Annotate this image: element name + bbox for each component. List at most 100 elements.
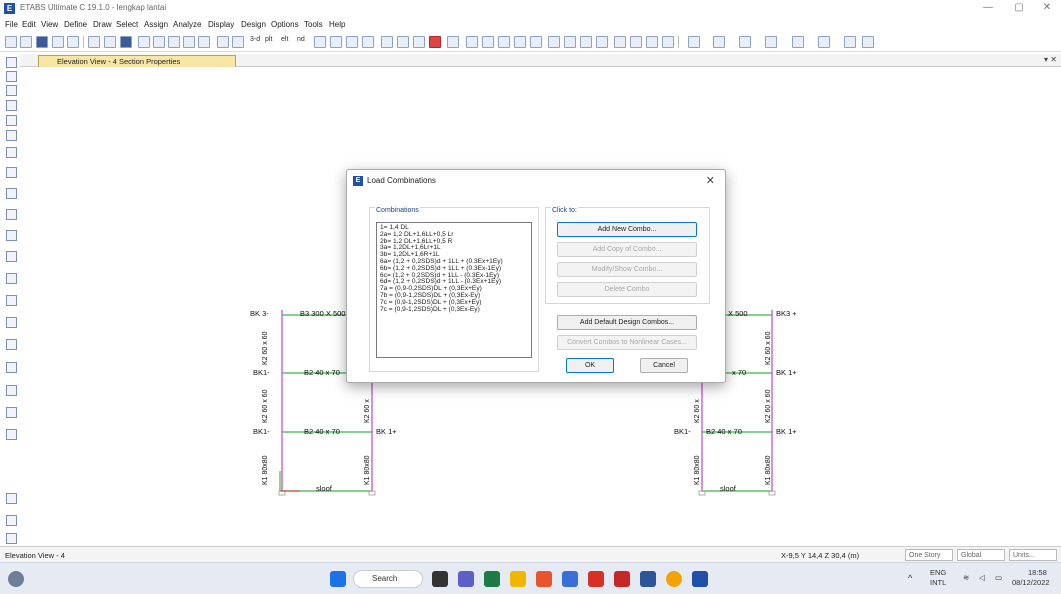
zoom-out-icon[interactable] <box>168 36 180 48</box>
draw-design-strip-icon[interactable] <box>6 362 17 373</box>
draw-tendon-icon[interactable] <box>6 339 17 350</box>
model-explorer-icon[interactable] <box>662 36 674 48</box>
teams-icon[interactable] <box>458 571 474 587</box>
draw-dimension-icon[interactable] <box>862 36 874 48</box>
draw-text-icon[interactable] <box>6 429 17 440</box>
draw-rectangular-area-icon[interactable] <box>6 209 17 220</box>
menu-options[interactable]: Options <box>271 20 299 29</box>
etabs-taskbar-icon[interactable] <box>692 571 708 587</box>
rotate-view-icon[interactable] <box>232 36 244 48</box>
new-model-icon[interactable] <box>5 36 17 48</box>
set-display-icon[interactable] <box>381 36 393 48</box>
snap-points-icon[interactable] <box>6 493 17 504</box>
add-default-design-combos-button[interactable]: Add Default Design Combos... <box>557 315 697 330</box>
volume-icon[interactable]: ◁ <box>979 573 985 582</box>
draw-opening-icon[interactable] <box>6 273 17 284</box>
zoom-window-icon[interactable] <box>138 36 150 48</box>
battery-icon[interactable]: ▭ <box>995 573 1002 582</box>
draw-frame-icon[interactable] <box>688 36 700 48</box>
input-language-variant[interactable]: INTL <box>930 578 946 587</box>
dialog-title-bar[interactable]: E Load Combinations ✕ <box>347 170 725 192</box>
chrome-icon[interactable] <box>666 571 682 587</box>
draw-developed-elevation-icon[interactable] <box>6 385 17 396</box>
draw-reference-point-icon[interactable] <box>6 317 17 328</box>
draw-line-icon[interactable] <box>844 36 856 48</box>
start-windows-icon[interactable] <box>330 571 346 587</box>
display-loads-icon[interactable] <box>429 36 441 48</box>
display-frame-forces-icon[interactable] <box>447 36 459 48</box>
ok-button[interactable]: OK <box>566 358 614 373</box>
pdf-reader-icon[interactable] <box>588 571 604 587</box>
menu-define[interactable]: Define <box>64 20 87 29</box>
zoom-in-icon[interactable] <box>153 36 165 48</box>
maximize-button[interactable]: ▢ <box>1008 2 1030 13</box>
run-analysis-icon[interactable] <box>120 36 132 48</box>
task-view-icon[interactable] <box>432 571 448 587</box>
modify-show-combo-button[interactable]: Modify/Show Combo... <box>557 262 697 277</box>
undo-icon[interactable] <box>52 36 64 48</box>
word-icon[interactable] <box>640 571 656 587</box>
units-button[interactable]: Units... <box>1009 549 1057 561</box>
convert-combos-button[interactable]: Convert Combos to Nonlinear Cases... <box>557 335 697 350</box>
display-tables-icon[interactable] <box>498 36 510 48</box>
close-window-button[interactable]: ✕ <box>1036 2 1058 13</box>
draw-area-icon[interactable] <box>6 188 17 199</box>
snap-intersections-icon[interactable] <box>6 515 17 526</box>
elevation-view-button[interactable]: elt <box>281 36 288 43</box>
draw-grid-icon[interactable] <box>6 130 17 141</box>
draw-floor-icon[interactable] <box>818 36 830 48</box>
redo-icon[interactable] <box>67 36 79 48</box>
design-details-icon[interactable] <box>614 36 626 48</box>
view-3d-button[interactable]: 3-d <box>250 36 260 43</box>
cancel-button[interactable]: Cancel <box>640 358 688 373</box>
draw-links-icon[interactable] <box>6 147 17 158</box>
move-up-icon[interactable] <box>346 36 358 48</box>
rotate-icon[interactable] <box>314 36 326 48</box>
combinations-list[interactable]: 1= 1,4 DL 2a= 1,2 DL+1,6LL+0,5 Lr 2b= 1,… <box>376 222 532 358</box>
story-select[interactable]: One Story <box>905 549 953 561</box>
draw-column-icon[interactable] <box>713 36 725 48</box>
draw-brace-icon[interactable] <box>765 36 777 48</box>
draw-wall-stack-icon[interactable] <box>6 251 17 262</box>
lock-icon[interactable] <box>88 36 100 48</box>
coordinate-system-select[interactable]: Global <box>957 549 1005 561</box>
menu-select[interactable]: Select <box>116 20 138 29</box>
draw-beam-icon[interactable] <box>739 36 751 48</box>
add-new-combo-button[interactable]: Add New Combo... <box>557 222 697 237</box>
object-shrink-icon[interactable] <box>397 36 409 48</box>
list-item[interactable]: 7c = (0,9-1,2SDS)DL + (0,3Ex-Ey) <box>380 306 528 314</box>
draw-line-object-icon[interactable] <box>6 100 17 111</box>
menu-analyze[interactable]: Analyze <box>173 20 201 29</box>
menu-design[interactable]: Design <box>241 20 266 29</box>
input-language[interactable]: ENG <box>930 568 946 577</box>
widgets-icon[interactable] <box>8 571 24 587</box>
menu-help[interactable]: Help <box>329 20 345 29</box>
menu-display[interactable]: Display <box>208 20 234 29</box>
design-slab-icon[interactable] <box>580 36 592 48</box>
excel-icon[interactable] <box>484 571 500 587</box>
snap-grid-icon[interactable] <box>6 533 17 544</box>
draw-section-cut-icon[interactable] <box>6 295 17 306</box>
zoom-previous-icon[interactable] <box>198 36 210 48</box>
delete-combo-button[interactable]: Delete Combo <box>557 282 697 297</box>
pointer-select-icon[interactable] <box>6 57 17 68</box>
browser-icon[interactable] <box>536 571 552 587</box>
unlock-icon[interactable] <box>104 36 116 48</box>
autocad-icon[interactable] <box>614 571 630 587</box>
tab-close-icon[interactable]: ▾ ✕ <box>1044 55 1057 64</box>
taskbar-search[interactable]: Search <box>353 570 423 588</box>
settings-icon[interactable] <box>562 571 578 587</box>
display-undeformed-icon[interactable] <box>413 36 425 48</box>
menu-view[interactable]: View <box>41 20 58 29</box>
clock-time[interactable]: 18:58 <box>1028 568 1047 577</box>
draw-quick-area-icon[interactable] <box>6 230 17 241</box>
draw-joint-icon[interactable] <box>6 85 17 96</box>
draw-cross-brace-icon[interactable] <box>6 167 17 178</box>
design-wall-icon[interactable] <box>564 36 576 48</box>
reshape-icon[interactable] <box>6 71 17 82</box>
draw-dimension-line-icon[interactable] <box>6 407 17 418</box>
drawing-icon[interactable] <box>630 36 642 48</box>
move-down-icon[interactable] <box>362 36 374 48</box>
tab-elevation-view[interactable]: Elevation View - 4 Section Properties <box>38 55 236 67</box>
node-view-button[interactable]: nd <box>297 36 305 43</box>
